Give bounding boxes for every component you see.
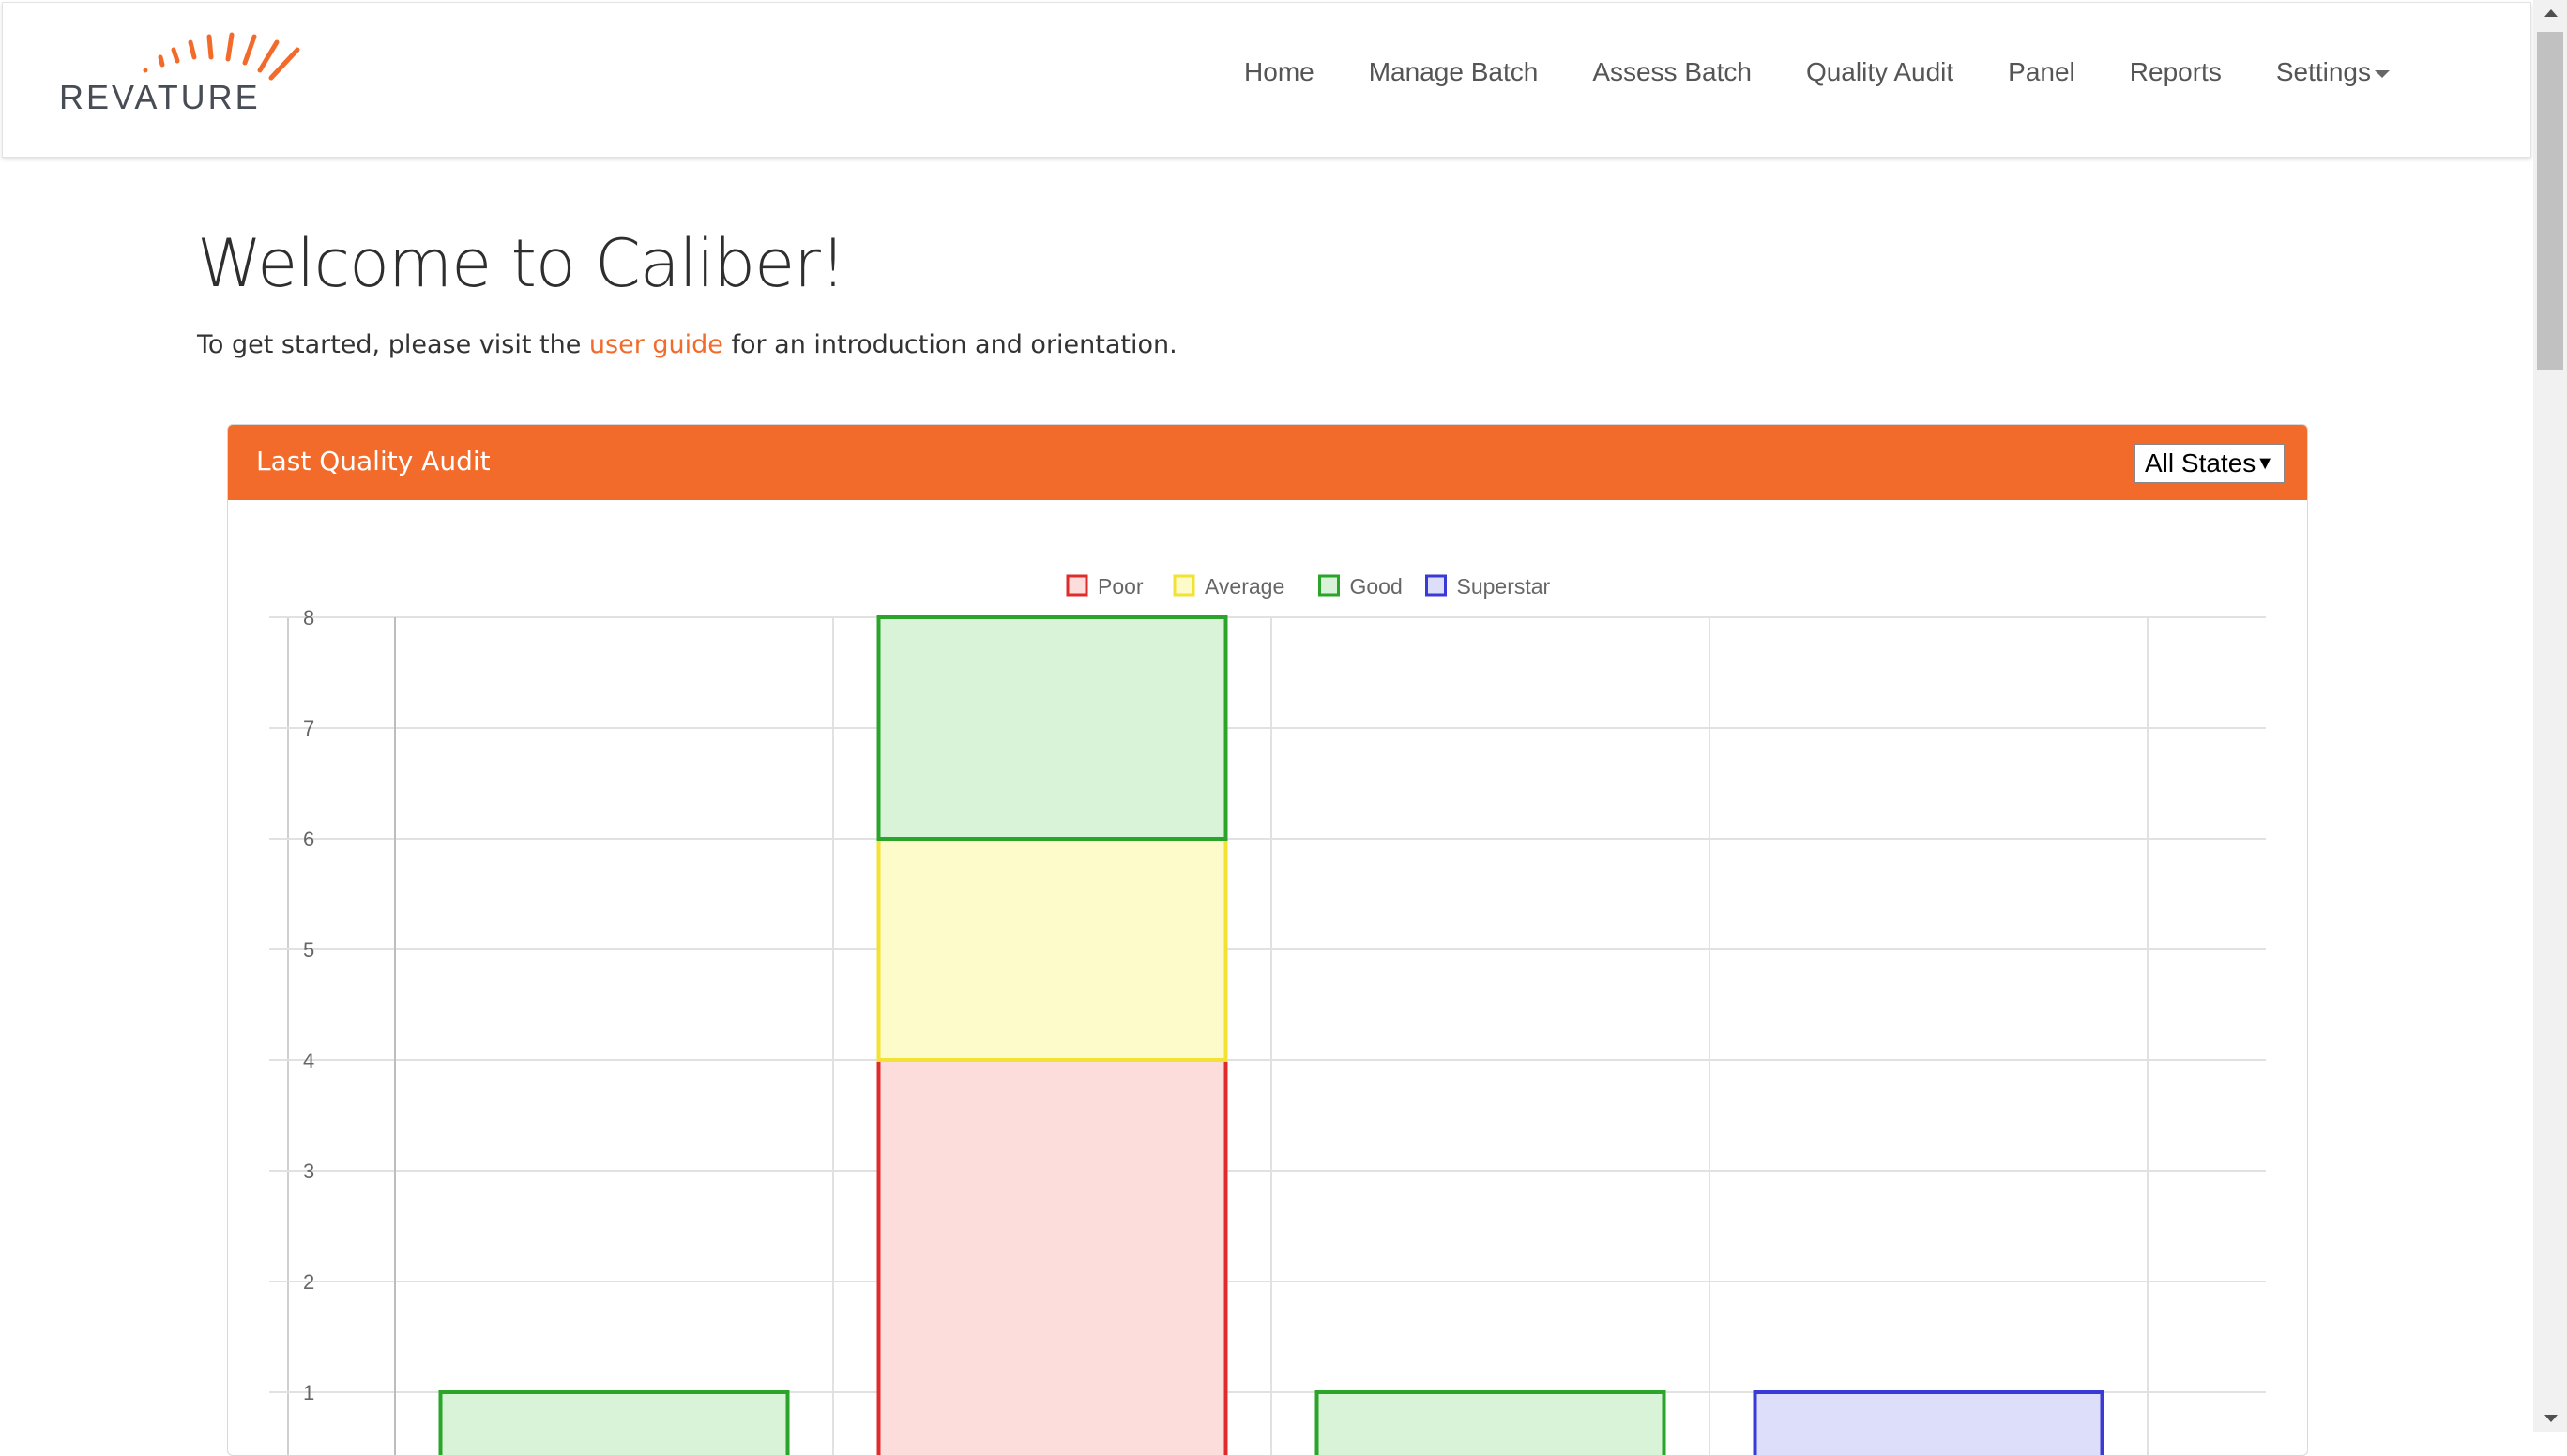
nav-quality-audit[interactable]: Quality Audit <box>1806 57 1953 87</box>
nav-settings-dropdown[interactable]: Settings <box>2276 57 2390 87</box>
intro-after: for an introduction and orientation. <box>722 330 1177 359</box>
nav-settings-label: Settings <box>2275 57 2371 86</box>
y-tick-label: 7 <box>303 717 314 740</box>
user-guide-link[interactable]: user guide <box>589 330 723 359</box>
y-tick-label: 5 <box>303 938 314 962</box>
bar-good[interactable] <box>1314 1390 1666 1456</box>
y-tick-label: 4 <box>303 1049 314 1072</box>
scroll-thumb[interactable] <box>2537 32 2563 370</box>
logo-rays-icon <box>143 32 300 81</box>
nav-assess-batch[interactable]: Assess Batch <box>1592 57 1752 87</box>
legend-swatch-superstar[interactable] <box>1425 574 1447 597</box>
scroll-up-arrow-icon[interactable] <box>2544 9 2558 17</box>
intro-before: To get started, please visit the <box>197 330 589 359</box>
page-scrollbar[interactable] <box>2533 0 2567 1432</box>
nav-manage-batch[interactable]: Manage Batch <box>1369 57 1539 87</box>
quality-audit-chart: Poor Average Good Superstar 1 2 3 4 5 6 7 8 <box>269 574 2266 1456</box>
quality-audit-panel: Last Quality Audit All States ▼ Poor Aver… <box>227 424 2308 1456</box>
legend-swatch-good[interactable] <box>1318 574 1340 597</box>
intro-text: To get started, please visit the user gu… <box>197 330 1177 359</box>
logo-wordmark: REVATURE <box>59 78 261 116</box>
nav-home[interactable]: Home <box>1244 57 1314 87</box>
y-tick-label: 8 <box>303 606 314 629</box>
y-tick-label: 3 <box>303 1160 314 1183</box>
main-nav: Home Manage Batch Assess Batch Quality A… <box>1190 3 2390 142</box>
bar-poor[interactable] <box>876 1058 1228 1456</box>
page-title: Welcome to Caliber! <box>197 225 846 302</box>
y-tick-label: 1 <box>303 1381 314 1404</box>
legend-label-poor[interactable]: Poor <box>1098 574 1144 599</box>
bar-good[interactable] <box>876 615 1228 841</box>
bar-superstar[interactable] <box>1753 1390 2104 1456</box>
nav-panel[interactable]: Panel <box>2008 57 2075 87</box>
y-tick-label: 6 <box>303 827 314 851</box>
revature-logo[interactable]: REVATURE <box>59 29 312 123</box>
legend-label-good[interactable]: Good <box>1350 574 1403 599</box>
top-navbar: REVATURE Home Manage Batch Assess Batch … <box>2 2 2531 158</box>
y-tick-label: 2 <box>303 1270 314 1294</box>
legend-swatch-poor[interactable] <box>1066 574 1088 597</box>
legend-label-superstar[interactable]: Superstar <box>1457 574 1551 599</box>
legend-swatch-average[interactable] <box>1173 574 1195 597</box>
legend-label-average[interactable]: Average <box>1205 574 1284 599</box>
bar-good[interactable] <box>438 1390 790 1456</box>
scroll-down-arrow-icon[interactable] <box>2544 1415 2558 1422</box>
nav-reports[interactable]: Reports <box>2130 57 2222 87</box>
bar-average[interactable] <box>876 837 1228 1062</box>
caret-down-icon <box>2375 69 2390 78</box>
